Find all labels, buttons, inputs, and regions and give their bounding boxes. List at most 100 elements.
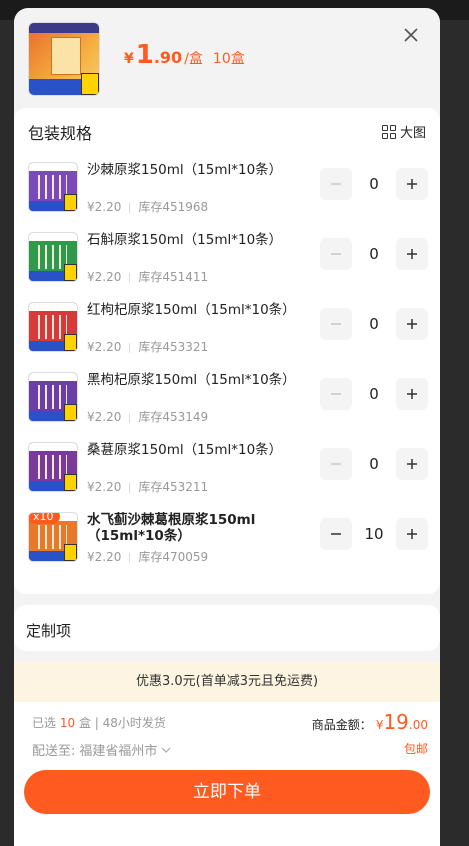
decrement-button[interactable] bbox=[320, 448, 352, 480]
sku-thumbnail bbox=[28, 302, 78, 352]
increment-button[interactable] bbox=[396, 518, 428, 550]
quantity-stepper: 0 bbox=[320, 378, 428, 410]
quantity-stepper: 0 bbox=[320, 238, 428, 270]
quantity-value[interactable]: 0 bbox=[352, 238, 396, 270]
sku-price: ¥2.20 bbox=[87, 410, 122, 424]
sku-stock: 库存451968 bbox=[138, 200, 209, 214]
qty-badge: x10 bbox=[29, 513, 60, 524]
sku-meta: ¥2.20 库存453149 bbox=[87, 408, 208, 425]
custom-options[interactable]: 定制项 bbox=[14, 605, 440, 651]
spec-card: 包装规格 大图 沙棘原浆150ml（15ml*10条） ¥2.20 库存451968… bbox=[14, 108, 440, 594]
minus-icon bbox=[331, 183, 341, 185]
sku-stock: 库存451411 bbox=[138, 270, 209, 284]
sku-row: 石斛原浆150ml（15ml*10条） ¥2.20 库存451411 0 bbox=[28, 228, 428, 288]
selected-count: 10 bbox=[59, 716, 76, 730]
ship-label: 配送至: bbox=[32, 744, 76, 759]
quantity-stepper: 0 bbox=[320, 308, 428, 340]
sku-meta: ¥2.20 库存470059 bbox=[87, 548, 208, 565]
spec-title: 包装规格 bbox=[28, 124, 93, 143]
ship-address: 福建省福州市 bbox=[79, 744, 158, 759]
price-integer: 1 bbox=[135, 40, 154, 70]
selected-summary: 已选 10 盒 | 48小时发货 bbox=[32, 714, 166, 731]
quantity-value[interactable]: 0 bbox=[352, 378, 396, 410]
sku-name: 红枸杞原浆150ml（15ml*10条） bbox=[87, 302, 296, 318]
sku-meta: ¥2.20 库存451968 bbox=[87, 198, 208, 215]
sku-price: ¥2.20 bbox=[87, 270, 122, 284]
sku-price: ¥2.20 bbox=[87, 550, 122, 564]
sku-name: 石斛原浆150ml（15ml*10条） bbox=[87, 232, 283, 248]
free-shipping: 包邮 bbox=[403, 742, 428, 756]
sku-name: 黑枸杞原浆150ml（15ml*10条） bbox=[87, 372, 296, 388]
selected-qty: 10盒 bbox=[212, 51, 245, 67]
amount-decimal: .00 bbox=[408, 718, 428, 732]
decrement-button[interactable] bbox=[320, 238, 352, 270]
amount-label: 商品金额： bbox=[311, 718, 372, 732]
sku-meta: ¥2.20 库存451411 bbox=[87, 268, 208, 285]
custom-label: 定制项 bbox=[26, 622, 72, 640]
sku-thumbnail bbox=[28, 232, 78, 282]
quantity-stepper: 0 bbox=[320, 168, 428, 200]
quantity-stepper: 0 bbox=[320, 448, 428, 480]
sku-thumbnail bbox=[28, 162, 78, 212]
decrement-button[interactable] bbox=[320, 168, 352, 200]
big-view-button[interactable]: 大图 bbox=[381, 122, 426, 141]
quantity-value[interactable]: 0 bbox=[352, 168, 396, 200]
sheet-header: ¥ 1 .90 /盒 10盒 bbox=[14, 8, 440, 106]
increment-button[interactable] bbox=[396, 448, 428, 480]
order-footer: 已选 10 盒 | 48小时发货 商品金额： ¥ 19 .00 配送至: 福建省… bbox=[14, 702, 440, 846]
sku-name: 沙棘原浆150ml（15ml*10条） bbox=[87, 162, 283, 178]
plus-icon bbox=[407, 179, 417, 189]
close-icon[interactable] bbox=[400, 24, 422, 46]
sku-row: 沙棘原浆150ml（15ml*10条） ¥2.20 库存451968 0 bbox=[28, 158, 428, 218]
quantity-value[interactable]: 0 bbox=[352, 308, 396, 340]
minus-icon bbox=[331, 253, 341, 255]
minus-icon bbox=[331, 393, 341, 395]
sku-row: 红枸杞原浆150ml（15ml*10条） ¥2.20 库存453321 0 bbox=[28, 298, 428, 358]
ship-to[interactable]: 配送至: 福建省福州市 bbox=[32, 740, 171, 759]
sku-name: 水飞蓟沙棘葛根原浆150ml（15ml*10条） bbox=[87, 512, 256, 544]
sku-price: ¥2.20 bbox=[87, 480, 122, 494]
quantity-stepper: 10 bbox=[320, 518, 428, 550]
quantity-value[interactable]: 0 bbox=[352, 448, 396, 480]
sku-thumbnail: x10 bbox=[28, 512, 78, 562]
price-unit: /盒 bbox=[184, 51, 203, 67]
plus-icon bbox=[407, 459, 417, 469]
price-currency: ¥ bbox=[124, 51, 134, 67]
increment-button[interactable] bbox=[396, 378, 428, 410]
plus-icon bbox=[407, 249, 417, 259]
sku-price: ¥2.20 bbox=[87, 340, 122, 354]
increment-button[interactable] bbox=[396, 308, 428, 340]
product-main-image bbox=[28, 22, 100, 96]
amount-currency: ¥ bbox=[375, 718, 384, 732]
chevron-down-icon bbox=[161, 747, 171, 753]
sku-stock: 库存453149 bbox=[138, 410, 209, 424]
sku-row: x10 水飞蓟沙棘葛根原浆150ml（15ml*10条） ¥2.20 库存470059… bbox=[28, 508, 428, 568]
sku-thumbnail bbox=[28, 442, 78, 492]
sku-stock: 库存470059 bbox=[138, 550, 209, 564]
plus-icon bbox=[407, 389, 417, 399]
plus-icon bbox=[407, 319, 417, 329]
sku-sheet: ¥ 1 .90 /盒 10盒 包装规格 大图 沙棘原浆150ml（15ml*10… bbox=[14, 8, 440, 846]
quantity-value[interactable]: 10 bbox=[352, 518, 396, 550]
plus-icon bbox=[407, 529, 417, 539]
decrement-button[interactable] bbox=[320, 308, 352, 340]
minus-icon bbox=[331, 463, 341, 465]
unit-price: ¥ 1 .90 /盒 10盒 bbox=[124, 40, 245, 70]
increment-button[interactable] bbox=[396, 238, 428, 270]
sku-thumbnail bbox=[28, 372, 78, 422]
increment-button[interactable] bbox=[396, 168, 428, 200]
sku-name: 桑葚原浆150ml（15ml*10条） bbox=[87, 442, 283, 458]
sku-meta: ¥2.20 库存453211 bbox=[87, 478, 208, 495]
minus-icon bbox=[331, 323, 341, 325]
decrement-button[interactable] bbox=[320, 378, 352, 410]
promo-banner: 优惠3.0元(首单减3元且免运费) bbox=[14, 662, 440, 702]
decrement-button[interactable] bbox=[320, 518, 352, 550]
goods-amount: 商品金额： ¥ 19 .00 bbox=[312, 710, 428, 734]
sku-price: ¥2.20 bbox=[87, 200, 122, 214]
sku-row: 桑葚原浆150ml（15ml*10条） ¥2.20 库存453211 0 bbox=[28, 438, 428, 498]
sku-meta: ¥2.20 库存453321 bbox=[87, 338, 208, 355]
minus-icon bbox=[331, 533, 341, 535]
amount-integer: 19 bbox=[383, 710, 409, 734]
place-order-button[interactable]: 立即下单 bbox=[24, 770, 430, 814]
sku-stock: 库存453321 bbox=[138, 340, 209, 354]
